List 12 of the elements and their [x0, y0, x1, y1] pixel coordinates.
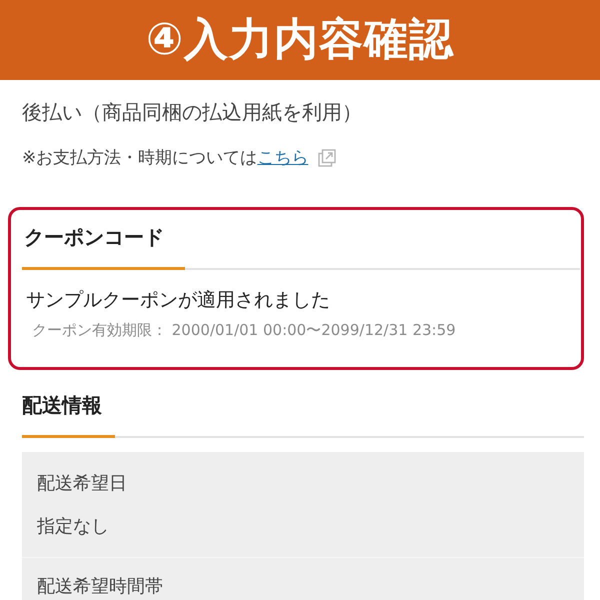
coupon-validity: クーポン有効期限： 2000/01/01 00:00〜2099/12/31 23:59 — [31, 320, 457, 341]
payment-note: ※お支払方法・時期については こちら — [22, 147, 308, 170]
external-link-icon[interactable] — [318, 149, 336, 167]
banner-title: ④入力内容確認 — [146, 13, 454, 67]
details-link[interactable]: こちら — [257, 148, 308, 168]
field-label: 配送希望日 — [37, 472, 128, 496]
field-label: 配送希望時間帯 — [37, 575, 164, 599]
coupon-message: サンプルクーポンが適用されました — [25, 288, 331, 313]
field-value: 指定なし — [37, 515, 110, 539]
section-heading: 配送情報 — [22, 392, 103, 419]
payment-method: 後払い（商品同梱の払込用紙を利用） — [22, 99, 363, 126]
section-heading: クーポンコード — [23, 224, 165, 251]
